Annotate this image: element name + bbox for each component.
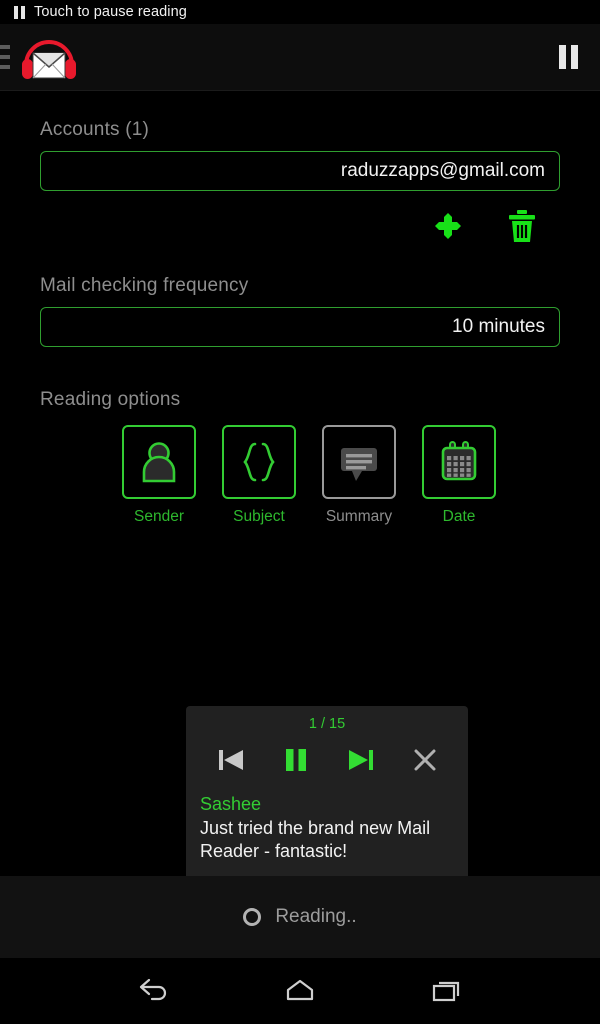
player-card: 1 / 15 Sashee Just tried the brand new M… <box>186 706 468 884</box>
android-status-bar: Touch to pause reading <box>0 0 600 24</box>
reading-option-sender[interactable]: Sender <box>120 425 198 526</box>
back-arrow-icon <box>140 978 167 1001</box>
android-navigation-bar <box>0 958 600 1024</box>
option-tile <box>422 425 496 499</box>
previous-track-button[interactable] <box>210 740 252 780</box>
card-message: Just tried the brand new Mail Reader - f… <box>200 818 431 862</box>
account-email-value: raduzzapps@gmail.com <box>340 160 545 181</box>
option-label: Sender <box>134 508 184 525</box>
headphone-envelope-logo <box>18 31 80 83</box>
home-icon <box>286 979 314 1001</box>
pause-icon <box>285 749 306 771</box>
option-label: Date <box>442 508 476 525</box>
reading-options-label: Reading options <box>40 389 181 410</box>
frequency-label: Mail checking frequency <box>40 275 249 296</box>
reading-option-subject[interactable]: Subject <box>220 425 298 526</box>
reading-option-date[interactable]: Date <box>420 425 498 526</box>
status-bar-text: Touch to pause reading <box>34 4 187 20</box>
player-controls <box>186 740 468 784</box>
person-icon <box>142 442 176 483</box>
back-button[interactable] <box>114 968 192 1014</box>
frequency-field[interactable]: 10 minutes <box>40 307 560 347</box>
reading-option-summary[interactable]: Summary <box>320 425 398 526</box>
trash-icon <box>509 210 535 242</box>
plus-icon <box>435 213 461 239</box>
loading-spinner-icon <box>243 908 262 926</box>
pause-button[interactable] <box>553 39 584 75</box>
next-track-button[interactable] <box>340 740 382 780</box>
calendar-icon <box>441 441 477 481</box>
frequency-value: 10 minutes <box>452 316 545 337</box>
next-track-icon <box>348 750 373 770</box>
option-label: Summary <box>325 508 393 525</box>
reading-options-row: Sender Subject Summary Date <box>40 425 560 526</box>
speech-bubble-icon <box>341 448 377 481</box>
curly-braces-icon <box>243 442 275 482</box>
bottom-status-text: Reading.. <box>275 906 357 927</box>
add-account-button[interactable] <box>428 206 468 246</box>
close-player-button[interactable] <box>405 740 445 780</box>
account-actions <box>40 205 560 247</box>
card-sender: Sashee <box>200 794 262 814</box>
option-tile <box>222 425 296 499</box>
main-content: Accounts (1) raduzzapps@gmail.com Mail c… <box>0 119 600 929</box>
previous-track-icon <box>218 750 243 770</box>
option-label: Subject <box>233 508 285 525</box>
close-icon <box>414 749 435 771</box>
delete-account-button[interactable] <box>502 205 542 247</box>
track-counter: 1 / 15 <box>308 716 346 732</box>
hamburger-menu-icon[interactable] <box>0 45 10 69</box>
accounts-label: Accounts (1) <box>40 119 150 140</box>
home-button[interactable] <box>261 968 339 1014</box>
option-tile <box>322 425 396 499</box>
pause-button[interactable] <box>275 740 317 780</box>
account-field[interactable]: raduzzapps@gmail.com <box>40 151 560 191</box>
pause-icon <box>14 5 25 19</box>
app-bar <box>0 24 600 91</box>
recent-apps-button[interactable] <box>408 968 486 1014</box>
recent-apps-icon <box>432 981 459 1002</box>
bottom-status-bar: Reading.. <box>0 876 600 958</box>
option-tile <box>122 425 196 499</box>
